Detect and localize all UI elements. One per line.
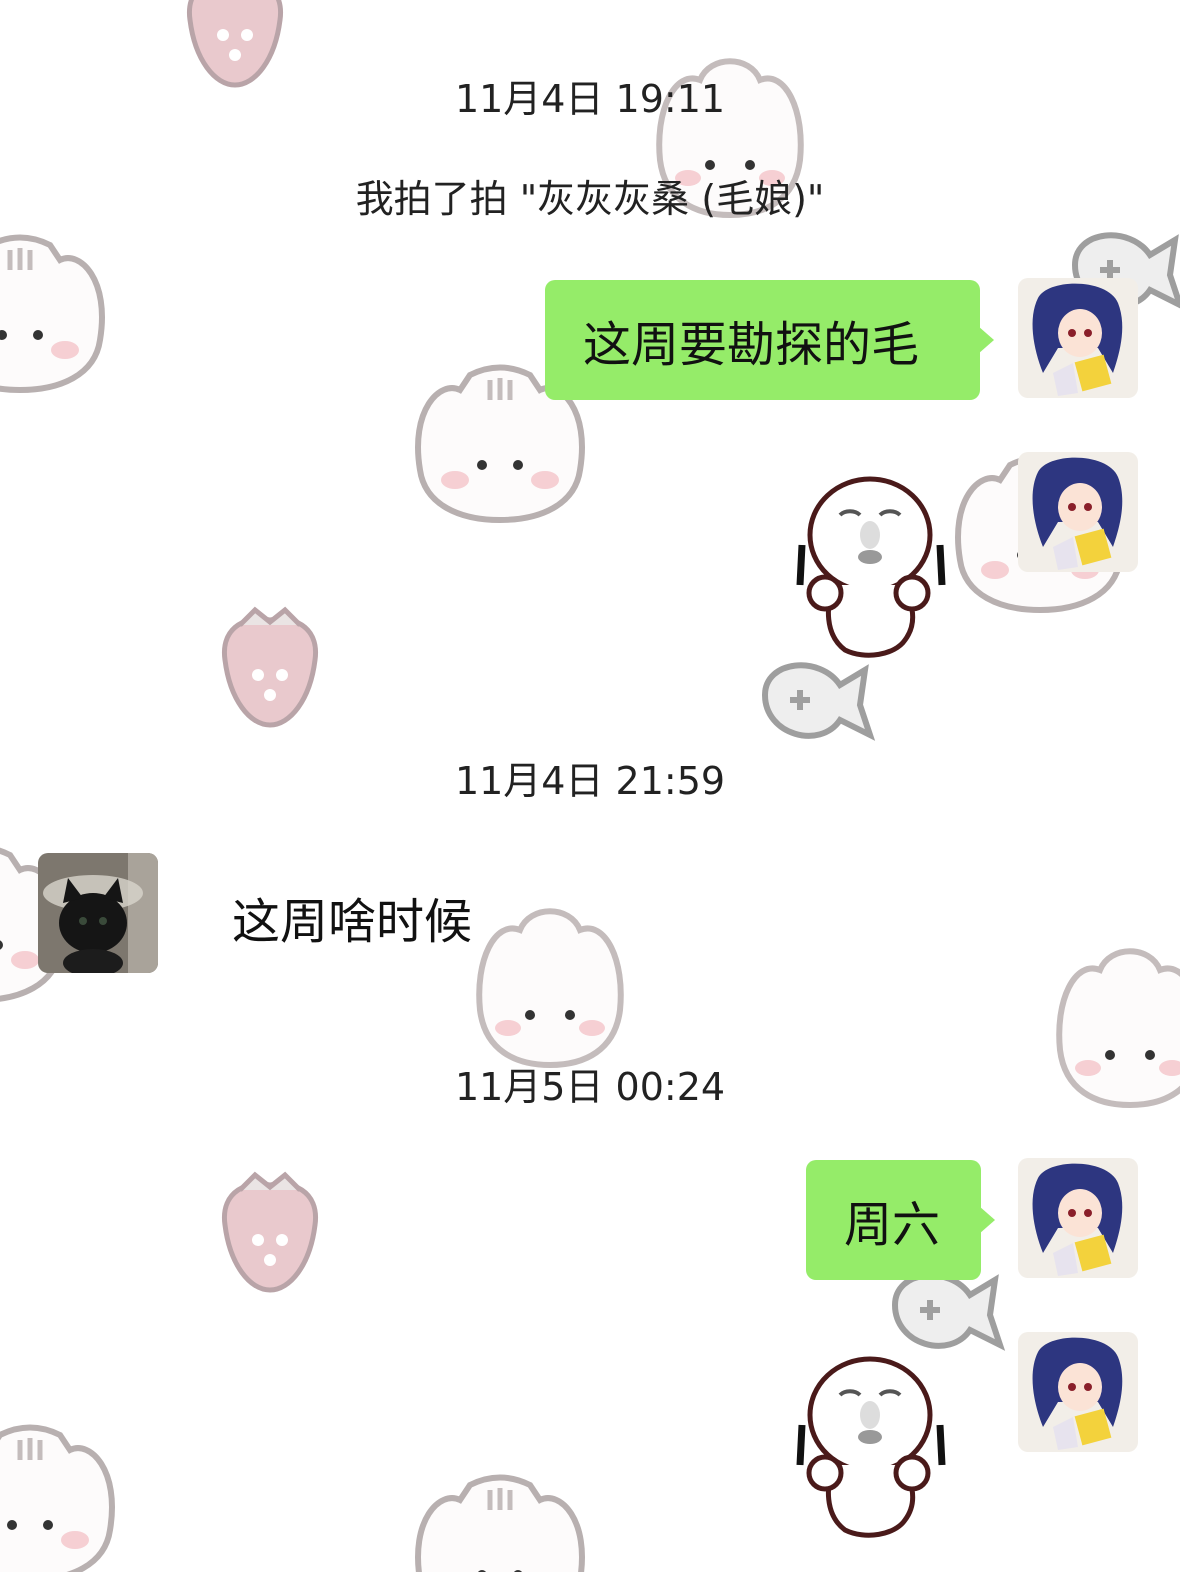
anime-girl-avatar-icon <box>1018 278 1138 398</box>
message-text: 这周要勘探的毛 <box>583 317 920 373</box>
self-avatar[interactable] <box>1018 1332 1138 1452</box>
outgoing-message-bubble[interactable]: 周六 <box>806 1160 995 1280</box>
timestamp: 11月5日 00:24 <box>454 1065 726 1109</box>
timestamp: 11月4日 21:59 <box>454 759 726 803</box>
incoming-message-text[interactable]: 这周啥时候 <box>232 882 472 952</box>
face-meme-sticker-icon <box>796 476 946 658</box>
face-meme-sticker[interactable] <box>790 475 950 669</box>
other-avatar[interactable] <box>38 853 158 973</box>
self-avatar[interactable] <box>1018 1158 1138 1278</box>
face-meme-sticker-icon <box>796 1356 946 1538</box>
self-avatar[interactable] <box>1018 452 1138 572</box>
black-cat-avatar-icon <box>38 853 158 973</box>
face-meme-sticker[interactable] <box>790 1355 950 1549</box>
timestamp: 11月4日 19:11 <box>454 77 726 121</box>
anime-girl-avatar-icon <box>1018 1332 1138 1452</box>
message-text: 周六 <box>844 1197 941 1253</box>
outgoing-message-bubble[interactable]: 这周要勘探的毛 <box>545 280 994 400</box>
pat-system-message: 我拍了拍 "灰灰灰桑 (毛娘)" <box>355 177 825 221</box>
anime-girl-avatar-icon <box>1018 1158 1138 1278</box>
anime-girl-avatar-icon <box>1018 452 1138 572</box>
self-avatar[interactable] <box>1018 278 1138 398</box>
